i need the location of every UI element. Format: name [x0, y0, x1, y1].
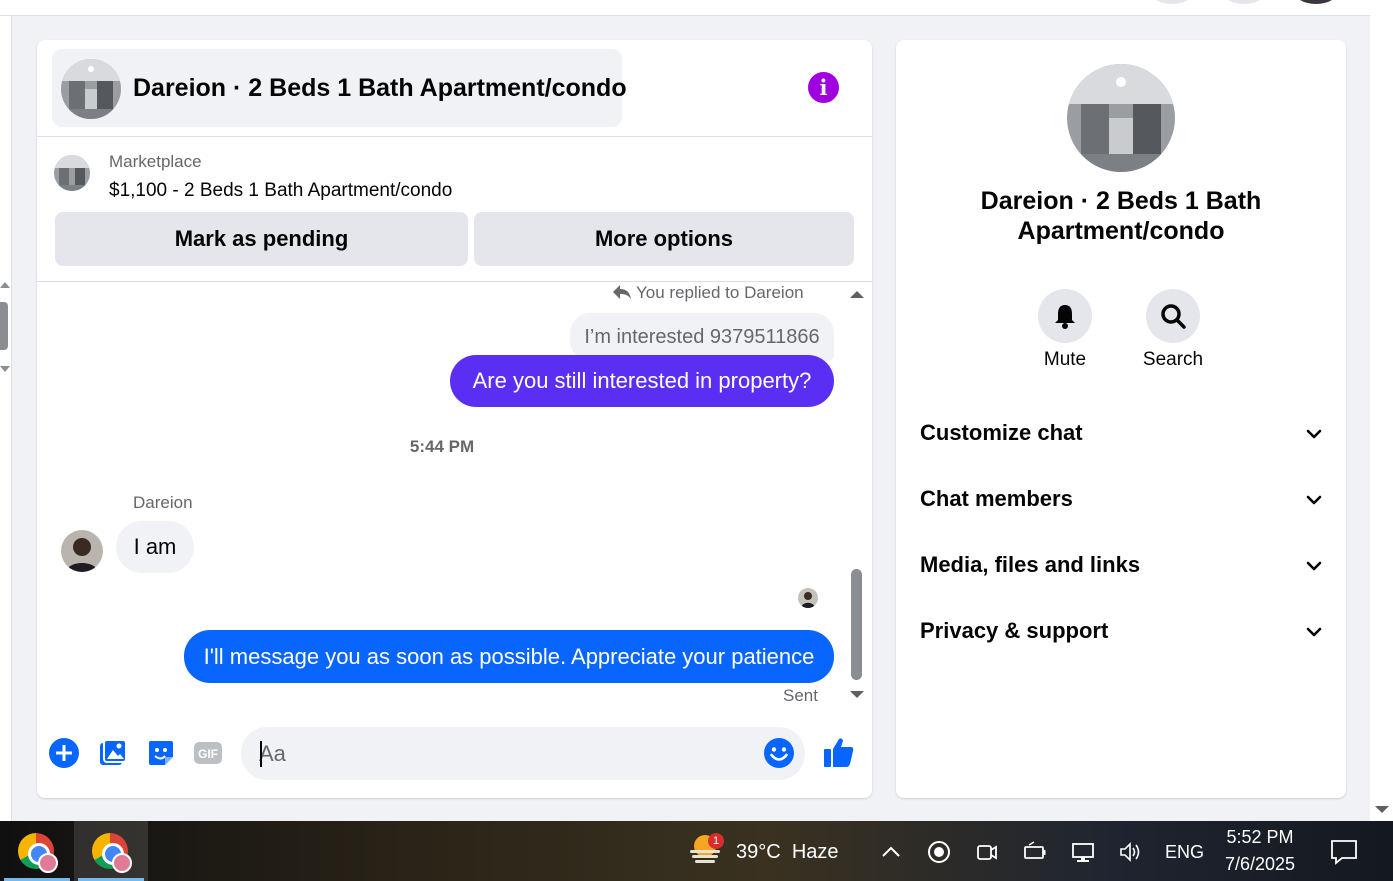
scroll-down-arrow[interactable] [0, 366, 10, 372]
scrollbar-thumb[interactable] [851, 569, 862, 680]
conversation-info-panel: Dareion · 2 Beds 1 Bath Apartment/condo … [896, 40, 1346, 798]
chevron-down-icon [1306, 627, 1322, 637]
marketplace-listing: Marketplace $1,100 - 2 Beds 1 Bath Apart… [37, 137, 872, 282]
privacy-support-section[interactable]: Privacy & support [920, 612, 1324, 652]
incoming-message[interactable]: I am [116, 521, 194, 573]
network-icon[interactable] [1070, 839, 1096, 865]
scroll-up-arrow[interactable] [850, 291, 864, 298]
quoted-message[interactable]: I’m interested 9379511866 [570, 313, 834, 361]
conversation-avatar[interactable] [1067, 64, 1175, 172]
battery-icon[interactable] [1022, 839, 1048, 865]
conversation-title: Dareion · 2 Beds 1 Bath Apartment/condo [980, 187, 1262, 245]
weather-temperature: 39°C [736, 841, 781, 863]
chrome-icon [92, 833, 132, 873]
info-icon[interactable]: i [808, 72, 839, 103]
top-bar [0, 0, 1370, 16]
meet-now-icon[interactable] [974, 839, 1000, 865]
scroll-up-arrow[interactable] [0, 282, 10, 288]
weather-condition: Haze [791, 841, 839, 863]
chevron-down-icon [1306, 561, 1322, 571]
chrome-icon [18, 833, 58, 873]
page-scrollbar[interactable] [1370, 0, 1393, 821]
message-scrollbar[interactable] [848, 283, 864, 708]
chat-title: Dareion · 2 Beds 1 Bath Apartment/condo [133, 74, 627, 102]
message-composer: GIF [37, 720, 872, 790]
sender-name: Dareion [133, 493, 193, 512]
message-input[interactable] [259, 727, 749, 780]
record-icon[interactable] [926, 839, 952, 865]
chevron-down-icon [1306, 429, 1322, 439]
outgoing-message[interactable]: I'll message you as soon as possible. Ap… [184, 630, 834, 683]
scroll-down-arrow[interactable] [850, 691, 864, 698]
listing-thumbnail[interactable] [54, 155, 90, 191]
message-input-wrapper [241, 727, 805, 780]
chevron-down-icon [1306, 495, 1322, 505]
search-icon [1161, 304, 1186, 329]
emoji-icon[interactable] [763, 737, 795, 769]
windows-taskbar: 1 39°C Haze ENG 5:52 PM 7/6/2025 [0, 821, 1393, 881]
sticker-icon[interactable] [145, 737, 177, 769]
weather-widget[interactable]: 39°C Haze [736, 841, 839, 864]
clock-time[interactable]: 5:52 PM [1200, 827, 1320, 848]
search-button[interactable]: Search [1123, 289, 1223, 371]
plus-circle-icon[interactable] [48, 737, 80, 769]
weather-alert-badge: 1 [708, 833, 724, 849]
image-icon[interactable] [97, 737, 129, 769]
reply-indicator: You replied to Dareion [612, 283, 804, 303]
top-nav-button[interactable] [1150, 0, 1194, 4]
input-language[interactable]: ENG [1165, 842, 1204, 863]
mute-label: Mute [1043, 349, 1087, 370]
taskbar-chrome-app[interactable] [0, 821, 74, 881]
search-label: Search [1142, 349, 1204, 370]
outgoing-message[interactable]: Are you still interested in property? [450, 355, 834, 407]
sidebar-scrollbar-thumb[interactable] [0, 302, 8, 350]
customize-chat-section[interactable]: Customize chat [920, 414, 1324, 454]
listing-title[interactable]: $1,100 - 2 Beds 1 Bath Apartment/condo [109, 180, 452, 202]
section-label: Chat members [920, 486, 1073, 511]
reply-icon [613, 285, 631, 299]
chevron-up-icon[interactable] [878, 839, 904, 865]
profile-avatar[interactable] [1294, 0, 1338, 4]
gif-icon[interactable]: GIF [192, 737, 224, 769]
sender-avatar[interactable] [61, 530, 103, 572]
chat-members-section[interactable]: Chat members [920, 480, 1324, 520]
mark-as-pending-button[interactable]: Mark as pending [55, 212, 468, 266]
section-label: Media, files and links [920, 552, 1141, 577]
top-nav-button[interactable] [1222, 0, 1266, 4]
bell-icon [1055, 305, 1075, 329]
chat-title-button[interactable]: Dareion · 2 Beds 1 Bath Apartment/condo [52, 49, 627, 127]
reply-indicator-label: You replied to Dareion [636, 283, 804, 302]
message-timestamp: 5:44 PM [409, 437, 475, 456]
notification-icon[interactable] [1330, 839, 1358, 865]
clock-date[interactable]: 7/6/2025 [1200, 854, 1320, 875]
message-list: You replied to Dareion I’m interested 93… [37, 283, 872, 708]
page-scroll-down-arrow[interactable] [1375, 806, 1389, 813]
left-sidebar-edge [0, 16, 12, 821]
taskbar-chrome-app-active[interactable] [74, 821, 148, 881]
message-status: Sent [783, 686, 818, 705]
svg-text:GIF: GIF [198, 747, 218, 761]
media-files-links-section[interactable]: Media, files and links [920, 546, 1324, 586]
listing-avatar [61, 59, 121, 119]
chat-header: Dareion · 2 Beds 1 Bath Apartment/condo … [37, 40, 872, 137]
listing-source: Marketplace [109, 152, 202, 171]
section-label: Customize chat [920, 420, 1083, 445]
text-caret [260, 741, 262, 767]
mute-button[interactable]: Mute [1015, 289, 1115, 371]
volume-icon[interactable] [1118, 839, 1144, 865]
more-options-button[interactable]: More options [474, 212, 854, 266]
thumbs-up-icon[interactable] [822, 735, 856, 769]
chat-panel: Dareion · 2 Beds 1 Bath Apartment/condo … [37, 40, 872, 798]
seen-indicator-avatar [798, 588, 818, 608]
section-label: Privacy & support [920, 618, 1109, 643]
